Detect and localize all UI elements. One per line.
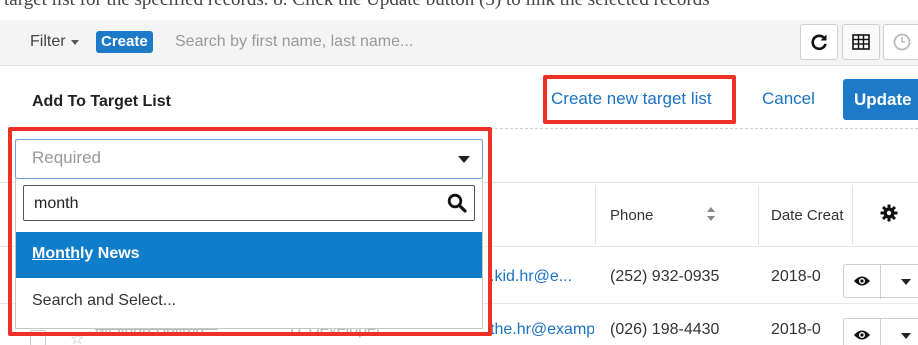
cancel-link[interactable]: Cancel [762,89,815,109]
date-cell: 2018-0 [771,321,821,338]
gear-icon [880,204,898,222]
row-actions[interactable] [843,318,918,345]
search-input[interactable] [175,28,775,56]
refresh-button[interactable] [800,24,838,60]
grid-view-icon [852,34,870,50]
activity-stream-button[interactable] [883,24,918,60]
column-header-phone[interactable]: Phone [610,207,653,224]
eye-icon [854,276,870,286]
divider [490,128,918,129]
list-view-button[interactable] [842,24,880,60]
clock-icon [893,33,911,51]
preview-button[interactable] [853,328,871,345]
column-header-date-created[interactable]: Date Creat [771,207,851,224]
filter-dropdown[interactable]: Filter [30,33,79,51]
column-divider [595,185,596,245]
email-link[interactable]: .kid.hr@e... [490,268,594,286]
divider [880,265,881,299]
create-filter-button[interactable]: Create [96,31,153,53]
column-settings-button[interactable] [880,204,898,227]
filter-label: Filter [30,33,66,50]
column-divider [758,185,759,245]
preview-button[interactable] [853,274,871,293]
date-cell: 2018-0 [771,268,821,285]
phone-cell: (252) 932-0935 [610,268,720,285]
refresh-icon [811,34,827,51]
sort-icon[interactable] [706,205,716,223]
email-link[interactable]: the.hr@examp... [490,321,594,339]
callout-highlight [8,127,492,336]
eye-icon [854,330,870,340]
chevron-down-icon[interactable] [901,279,911,285]
row-actions[interactable] [843,264,918,299]
callout-highlight [543,75,736,124]
panel-title: Add To Target List [32,93,171,110]
divider [880,319,881,345]
phone-cell: (026) 198-4430 [610,321,720,338]
update-button[interactable]: Update [843,79,918,120]
tutorial-text: target list for the specified records. 8… [4,0,914,11]
caret-down-icon [70,39,79,45]
column-divider [852,185,853,245]
chevron-down-icon[interactable] [901,333,911,339]
